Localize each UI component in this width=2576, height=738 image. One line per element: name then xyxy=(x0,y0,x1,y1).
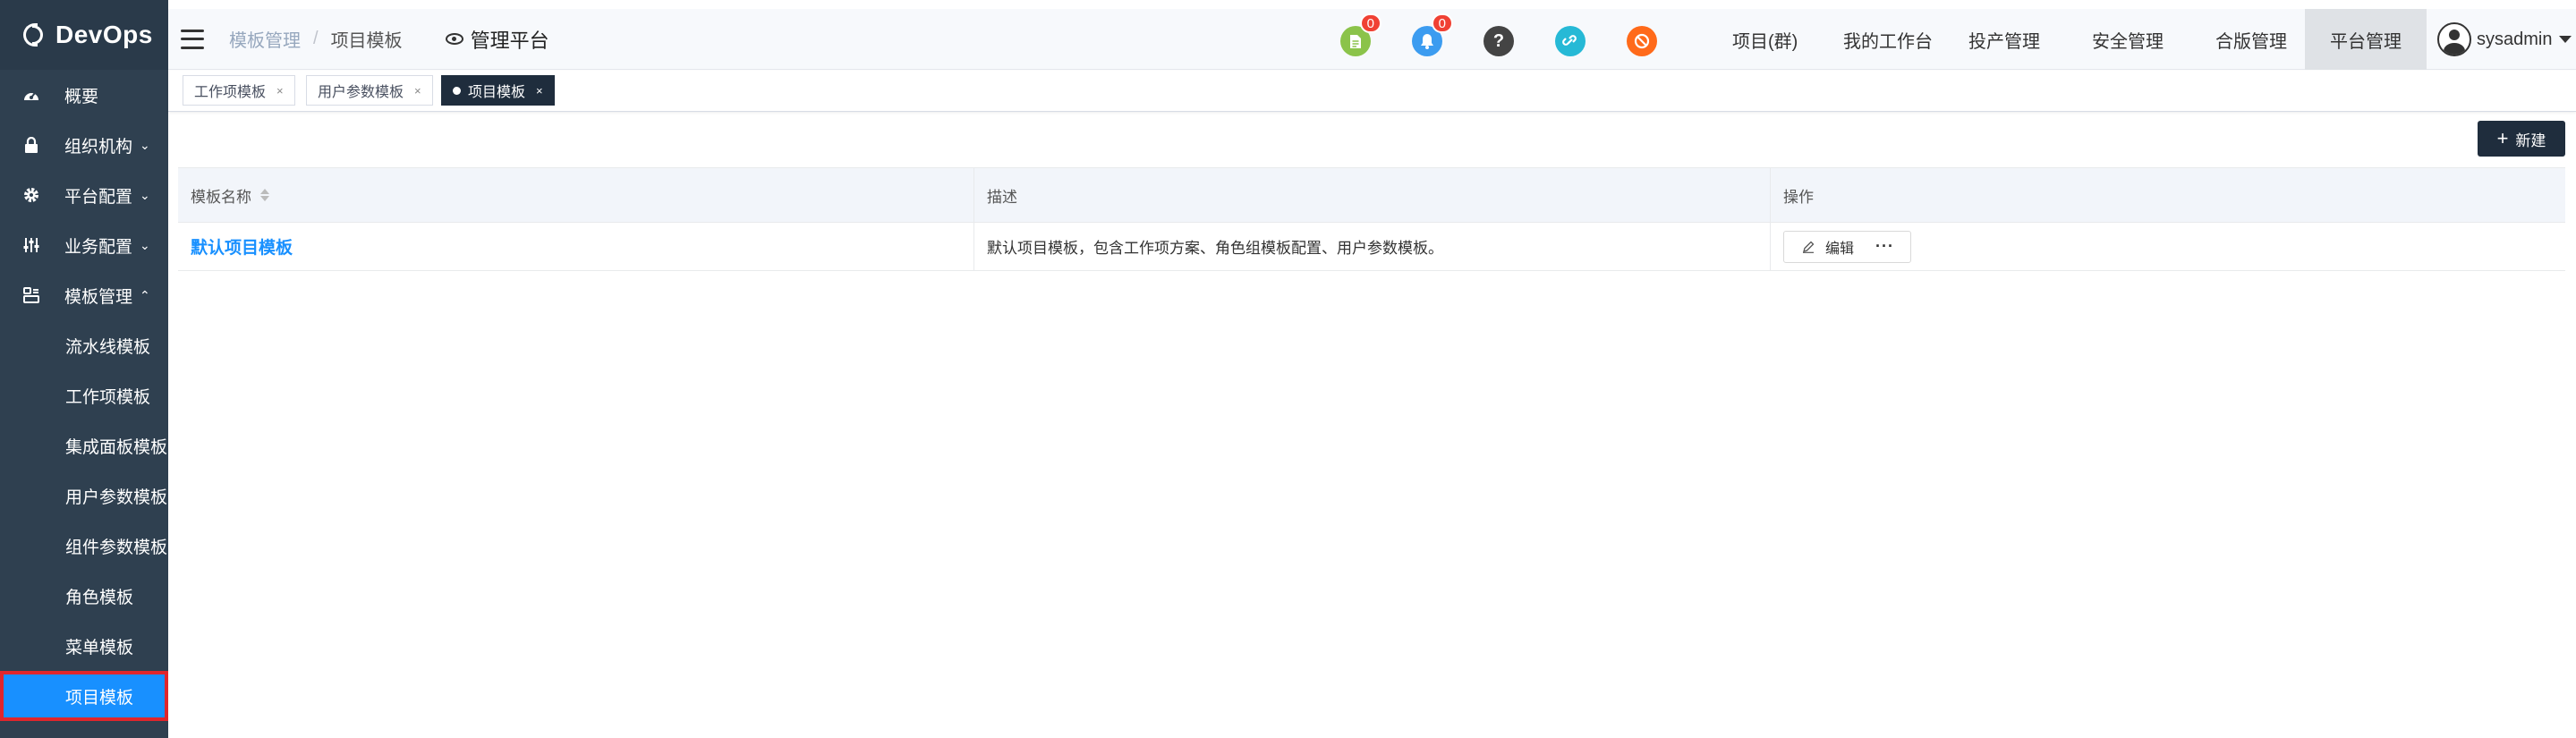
row-actions: 编辑 ··· xyxy=(1783,230,1911,263)
sidebar-item-platform-config[interactable]: 平台配置 ⌄ xyxy=(0,170,168,220)
topnav-platform-management[interactable]: 平台管理 xyxy=(2305,9,2427,70)
help-glyph: ? xyxy=(1492,30,1505,51)
link-icon[interactable] xyxy=(1555,26,1586,56)
sidebar-subitem-workitem-template[interactable]: 工作项模板 xyxy=(0,370,168,420)
sidebar-nav: 概要 组织机构 ⌄ 平台配置 ⌄ 业务配置 ⌄ 模板管理 ⌃ 流水线模板 工作项… xyxy=(0,70,168,721)
devops-logo-icon xyxy=(21,20,47,50)
new-button[interactable]: + 新建 xyxy=(2478,121,2565,157)
message-count-badge: 0 xyxy=(1431,13,1453,33)
sidebar-subitem-role-template[interactable]: 角色模板 xyxy=(0,571,168,621)
sidebar-item-label: 平台配置 xyxy=(64,187,133,207)
cell-actions: 编辑 ··· xyxy=(1771,223,2565,270)
breadcrumb-separator: / xyxy=(313,29,319,48)
sidebar-item-label: 业务配置 xyxy=(64,237,133,257)
sidebar-subitem-menu-template[interactable]: 菜单模板 xyxy=(0,621,168,671)
column-header-description: 描述 xyxy=(974,168,1771,222)
top-header: 模板管理 / 项目模板 管理平台 0 0 ? 项目(群) 我的工作台 投产管理 … xyxy=(168,9,2576,70)
column-header-template-name[interactable]: 模板名称 xyxy=(178,168,974,222)
cell-template-name: 默认项目模板 xyxy=(178,223,974,270)
tag-label: 用户参数模板 xyxy=(318,85,404,100)
eye-icon xyxy=(445,33,463,45)
sidebar-item-template-management[interactable]: 模板管理 ⌃ xyxy=(0,270,168,320)
topnav-merge-management[interactable]: 合版管理 xyxy=(2201,9,2301,70)
topnav-my-workbench[interactable]: 我的工作台 xyxy=(1829,9,1947,70)
help-icon[interactable]: ? xyxy=(1484,26,1514,56)
avatar xyxy=(2437,22,2471,56)
topnav-release-management[interactable]: 投产管理 xyxy=(1954,9,2054,70)
plus-icon: + xyxy=(2496,127,2509,149)
column-header-label: 模板名称 xyxy=(191,188,251,206)
new-button-label: 新建 xyxy=(2515,131,2546,149)
breadcrumb-item-project-template: 项目模板 xyxy=(330,31,403,51)
sidebar-subitem-user-param-template[interactable]: 用户参数模板 xyxy=(0,471,168,521)
document-icon[interactable]: 0 xyxy=(1340,13,1382,56)
template-icon xyxy=(21,285,41,305)
close-icon[interactable]: × xyxy=(536,84,543,98)
dashboard-icon xyxy=(21,85,41,105)
sidebar-item-label: 模板管理 xyxy=(64,287,133,307)
lock-icon xyxy=(21,135,41,155)
gear-icon xyxy=(21,185,41,205)
sidebar-item-business-config[interactable]: 业务配置 ⌄ xyxy=(0,220,168,270)
sidebar-subitem-project-template[interactable]: 项目模板 xyxy=(0,671,168,721)
tag-label: 工作项模板 xyxy=(194,85,267,100)
topnav-security-management[interactable]: 安全管理 xyxy=(2078,9,2178,70)
close-icon[interactable]: × xyxy=(276,84,284,98)
edit-icon xyxy=(1803,241,1815,253)
tag-user-param-template[interactable]: 用户参数模板 × xyxy=(306,75,433,106)
tag-workitem-template[interactable]: 工作项模板 × xyxy=(183,75,295,106)
more-actions-button[interactable]: ··· xyxy=(1870,237,1910,256)
sidebar-item-organization[interactable]: 组织机构 ⌄ xyxy=(0,120,168,170)
hamburger-menu-icon[interactable] xyxy=(181,29,204,49)
template-table: 模板名称 描述 操作 默认项目模板 默认项目模板，包含工作项方案、角色组模板配置… xyxy=(178,167,2565,271)
table-header: 模板名称 描述 操作 xyxy=(178,167,2565,223)
chevron-down-icon: ⌄ xyxy=(140,187,150,202)
tags-view-bar: 工作项模板 × 用户参数模板 × 项目模板 × xyxy=(168,71,2576,112)
tag-label: 项目模板 xyxy=(468,85,526,100)
edit-button-label: 编辑 xyxy=(1825,241,1855,257)
template-name-link[interactable]: 默认项目模板 xyxy=(191,234,293,259)
chevron-down-icon: ⌄ xyxy=(140,237,150,252)
sidebar: DevOps 概要 组织机构 ⌄ 平台配置 ⌄ 业务配置 ⌄ 模板管理 ⌃ 流水… xyxy=(0,0,168,738)
sidebar-item-label: 概要 xyxy=(64,87,99,106)
user-menu[interactable]: sysadmin xyxy=(2437,9,2572,70)
chevron-down-icon: ⌄ xyxy=(140,137,150,152)
breadcrumb-item-template-management[interactable]: 模板管理 xyxy=(229,26,301,52)
active-dot-icon xyxy=(453,86,461,95)
notification-count-badge: 0 xyxy=(1359,13,1382,33)
bell-icon[interactable]: 0 xyxy=(1412,13,1453,56)
close-icon[interactable]: × xyxy=(414,84,421,98)
sidebar-subitem-integration-panel-template[interactable]: 集成面板模板 xyxy=(0,420,168,471)
table-row: 默认项目模板 默认项目模板，包含工作项方案、角色组模板配置、用户参数模板。 编辑… xyxy=(178,223,2565,271)
sidebar-subitem-component-param-template[interactable]: 组件参数模板 xyxy=(0,521,168,571)
caret-down-icon xyxy=(2559,36,2572,43)
cell-description: 默认项目模板，包含工作项方案、角色组模板配置、用户参数模板。 xyxy=(974,223,1771,270)
breadcrumb: 模板管理 / 项目模板 xyxy=(229,26,403,52)
tag-project-template[interactable]: 项目模板 × xyxy=(441,75,555,106)
platform-switch[interactable]: 管理平台 xyxy=(445,25,549,54)
sort-icon[interactable] xyxy=(260,189,269,201)
username: sysadmin xyxy=(2477,29,2553,49)
column-header-actions: 操作 xyxy=(1783,188,1814,206)
sliders-icon xyxy=(21,235,41,255)
topnav-project-group[interactable]: 项目(群) xyxy=(1718,9,1812,70)
edit-button[interactable]: 编辑 xyxy=(1784,232,1870,262)
sidebar-subitem-pipeline-template[interactable]: 流水线模板 xyxy=(0,320,168,370)
block-icon[interactable] xyxy=(1627,26,1657,56)
platform-label: 管理平台 xyxy=(470,29,549,52)
sidebar-item-overview[interactable]: 概要 xyxy=(0,70,168,120)
sidebar-item-label: 组织机构 xyxy=(64,137,133,157)
chevron-up-icon: ⌃ xyxy=(140,287,150,302)
app-logo-text: DevOps xyxy=(55,21,153,48)
app-logo[interactable]: DevOps xyxy=(0,0,168,70)
